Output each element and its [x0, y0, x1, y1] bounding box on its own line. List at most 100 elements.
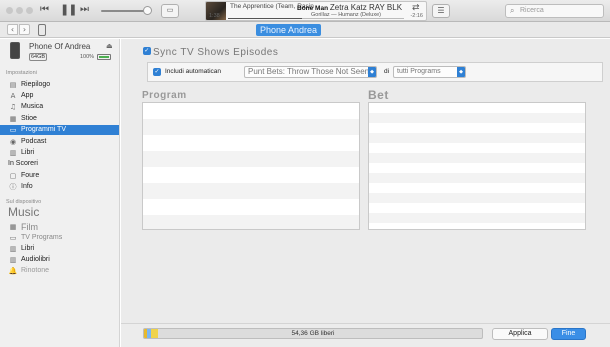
forward-button[interactable]: › — [19, 24, 30, 35]
sidebar-item-label: Musica — [21, 103, 44, 110]
sidebar-item-music[interactable]: Music — [0, 205, 119, 219]
program-list[interactable] — [142, 102, 360, 230]
list-item[interactable] — [369, 203, 585, 213]
podcast-icon: ◉ — [9, 138, 17, 146]
list-item[interactable] — [369, 163, 585, 173]
sidebar-item-film[interactable]: ▦ Film — [0, 222, 119, 232]
sidebar: Phone Of Andrea ⏏ 64GB 100% Impostazioni… — [0, 39, 120, 347]
sidebar-item-label: Rinotone — [21, 267, 50, 274]
list-item[interactable] — [369, 113, 585, 123]
sync-options-box: ✓ Includi automatican Punt Bets: Throw T… — [147, 62, 603, 82]
sidebar-item-label: Music — [8, 205, 40, 219]
window-close-button[interactable] — [6, 7, 13, 14]
book-icon: ▥ — [9, 245, 17, 253]
rewind-icon[interactable]: ⏮ — [40, 4, 49, 15]
player-toolbar: ⏮ ❚❚ ⏭ ▭ The Apprentice (Team, Rasin Bon… — [0, 0, 610, 22]
main-panel: ✓ Sync TV Shows Episodes ✓ Includi automa… — [121, 39, 610, 347]
sidebar-item-stioe[interactable]: ▦ Stioe — [0, 114, 119, 124]
back-button[interactable]: ‹ — [7, 24, 18, 35]
chevron-updown-icon: ◆ — [368, 67, 376, 77]
sidebar-item-label: Programmi TV — [21, 126, 66, 133]
pause-icon[interactable]: ❚❚ — [60, 3, 77, 16]
list-item[interactable] — [143, 119, 359, 135]
sidebar-item-label: App — [21, 92, 34, 99]
sidebar-item-label: Audiolibri — [21, 256, 50, 263]
sync-label: Sync TV Shows Episodes — [153, 47, 279, 58]
bottom-bar: 54,36 GB liberi Applica Fine — [121, 323, 610, 347]
apply-button[interactable]: Applica — [492, 328, 548, 340]
sidebar-item-label: Film — [21, 222, 38, 232]
sidebar-item-app[interactable]: A App — [0, 91, 119, 101]
list-item[interactable] — [369, 133, 585, 143]
sidebar-item-info[interactable]: ⓘ Info — [0, 182, 119, 192]
sidebar-item-foure[interactable]: ▢ Foure — [0, 171, 119, 181]
programs-scope-select[interactable]: tutti Programs ◆ — [393, 66, 466, 78]
repeat-icon[interactable]: ⇄ — [412, 3, 420, 13]
sidebar-item-musica[interactable]: ♫ Musica — [0, 102, 119, 112]
sidebar-item-rinotone[interactable]: 🔔 Rinotone — [0, 266, 119, 276]
device-icon[interactable] — [38, 24, 46, 36]
tv-icon: ▭ — [9, 126, 17, 134]
sidebar-item-audiolibri[interactable]: ▥ Audiolibri — [0, 255, 119, 265]
device-name: Phone Of Andrea — [29, 42, 91, 51]
bet-list[interactable] — [368, 102, 586, 230]
airplay-icon[interactable]: ▭ — [161, 4, 179, 18]
sync-tv-shows-row[interactable]: ✓ Sync TV Shows Episodes — [143, 47, 278, 58]
photo-icon: ▢ — [9, 172, 17, 180]
sidebar-item-in-scoreri[interactable]: In Scoreri — [0, 159, 119, 169]
list-item[interactable] — [143, 103, 359, 119]
song-title: Bone Man Zetra Katz RAY BLK — [297, 3, 402, 12]
eject-icon[interactable]: ⏏ — [106, 42, 113, 50]
episode-filter-select[interactable]: Punt Bets: Throw Those Not Seen ◆ — [244, 66, 377, 78]
list-item[interactable] — [369, 123, 585, 133]
list-item[interactable] — [143, 199, 359, 215]
list-item[interactable] — [369, 103, 585, 113]
list-item[interactable] — [369, 143, 585, 153]
list-item[interactable] — [369, 183, 585, 193]
sidebar-item-label: Libri — [21, 149, 35, 156]
storage-free-label: 54,36 GB liberi — [291, 330, 335, 337]
include-checkbox-icon[interactable]: ✓ — [153, 68, 161, 76]
list-item[interactable] — [369, 193, 585, 203]
sidebar-item-libri-device[interactable]: ▥ Libri — [0, 244, 119, 254]
song-title-text: Bone Man — [297, 5, 329, 12]
list-item[interactable] — [143, 135, 359, 151]
volume-slider[interactable] — [101, 10, 147, 12]
list-item[interactable] — [369, 213, 585, 223]
sync-checkbox-icon[interactable]: ✓ — [143, 47, 151, 56]
battery-fill — [99, 56, 109, 58]
list-item[interactable] — [369, 173, 585, 183]
sidebar-item-tv-programs[interactable]: ▭ TV Programs — [0, 233, 119, 243]
battery-icon — [97, 54, 111, 60]
sidebar-item-programmi-tv[interactable]: ▭ Programmi TV — [0, 125, 119, 135]
section-header-settings: Impostazioni — [6, 70, 37, 76]
up-next-list-icon[interactable]: ☰ — [432, 4, 450, 18]
volume-knob[interactable] — [143, 6, 152, 15]
list-item[interactable] — [143, 167, 359, 183]
list-item[interactable] — [143, 215, 359, 229]
sidebar-item-riepilogo[interactable]: ▤ Riepilogo — [0, 80, 119, 90]
sidebar-item-label: Riepilogo — [21, 81, 51, 88]
sidebar-item-libri[interactable]: ▥ Libri — [0, 148, 119, 158]
playback-progress[interactable] — [228, 18, 404, 19]
window-maximize-button[interactable] — [26, 7, 33, 14]
device-tab[interactable]: Phone Andrea — [256, 24, 322, 36]
done-button[interactable]: Fine — [551, 328, 586, 340]
search-icon: ⌕ — [510, 6, 515, 15]
sidebar-item-podcast[interactable]: ◉ Podcast — [0, 137, 119, 147]
list-item[interactable] — [143, 151, 359, 167]
window-minimize-button[interactable] — [16, 7, 23, 14]
list-item[interactable] — [369, 223, 585, 229]
battery-level: 100% — [80, 54, 95, 60]
list-item[interactable] — [369, 153, 585, 163]
tv-icon: ▭ — [9, 234, 17, 242]
fast-forward-icon[interactable]: ⏭ — [80, 4, 89, 15]
phone-icon — [10, 42, 20, 59]
time-elapsed: 1:38 — [209, 13, 220, 19]
capacity-badge: 64GB — [29, 53, 48, 61]
bell-icon: 🔔 — [8, 267, 18, 275]
sidebar-item-label: TV Programs — [21, 234, 63, 241]
navigation-bar: ‹ › Phone Andrea — [0, 22, 610, 38]
list-item[interactable] — [143, 183, 359, 199]
search-input[interactable]: ⌕ Ricerca — [505, 4, 604, 18]
